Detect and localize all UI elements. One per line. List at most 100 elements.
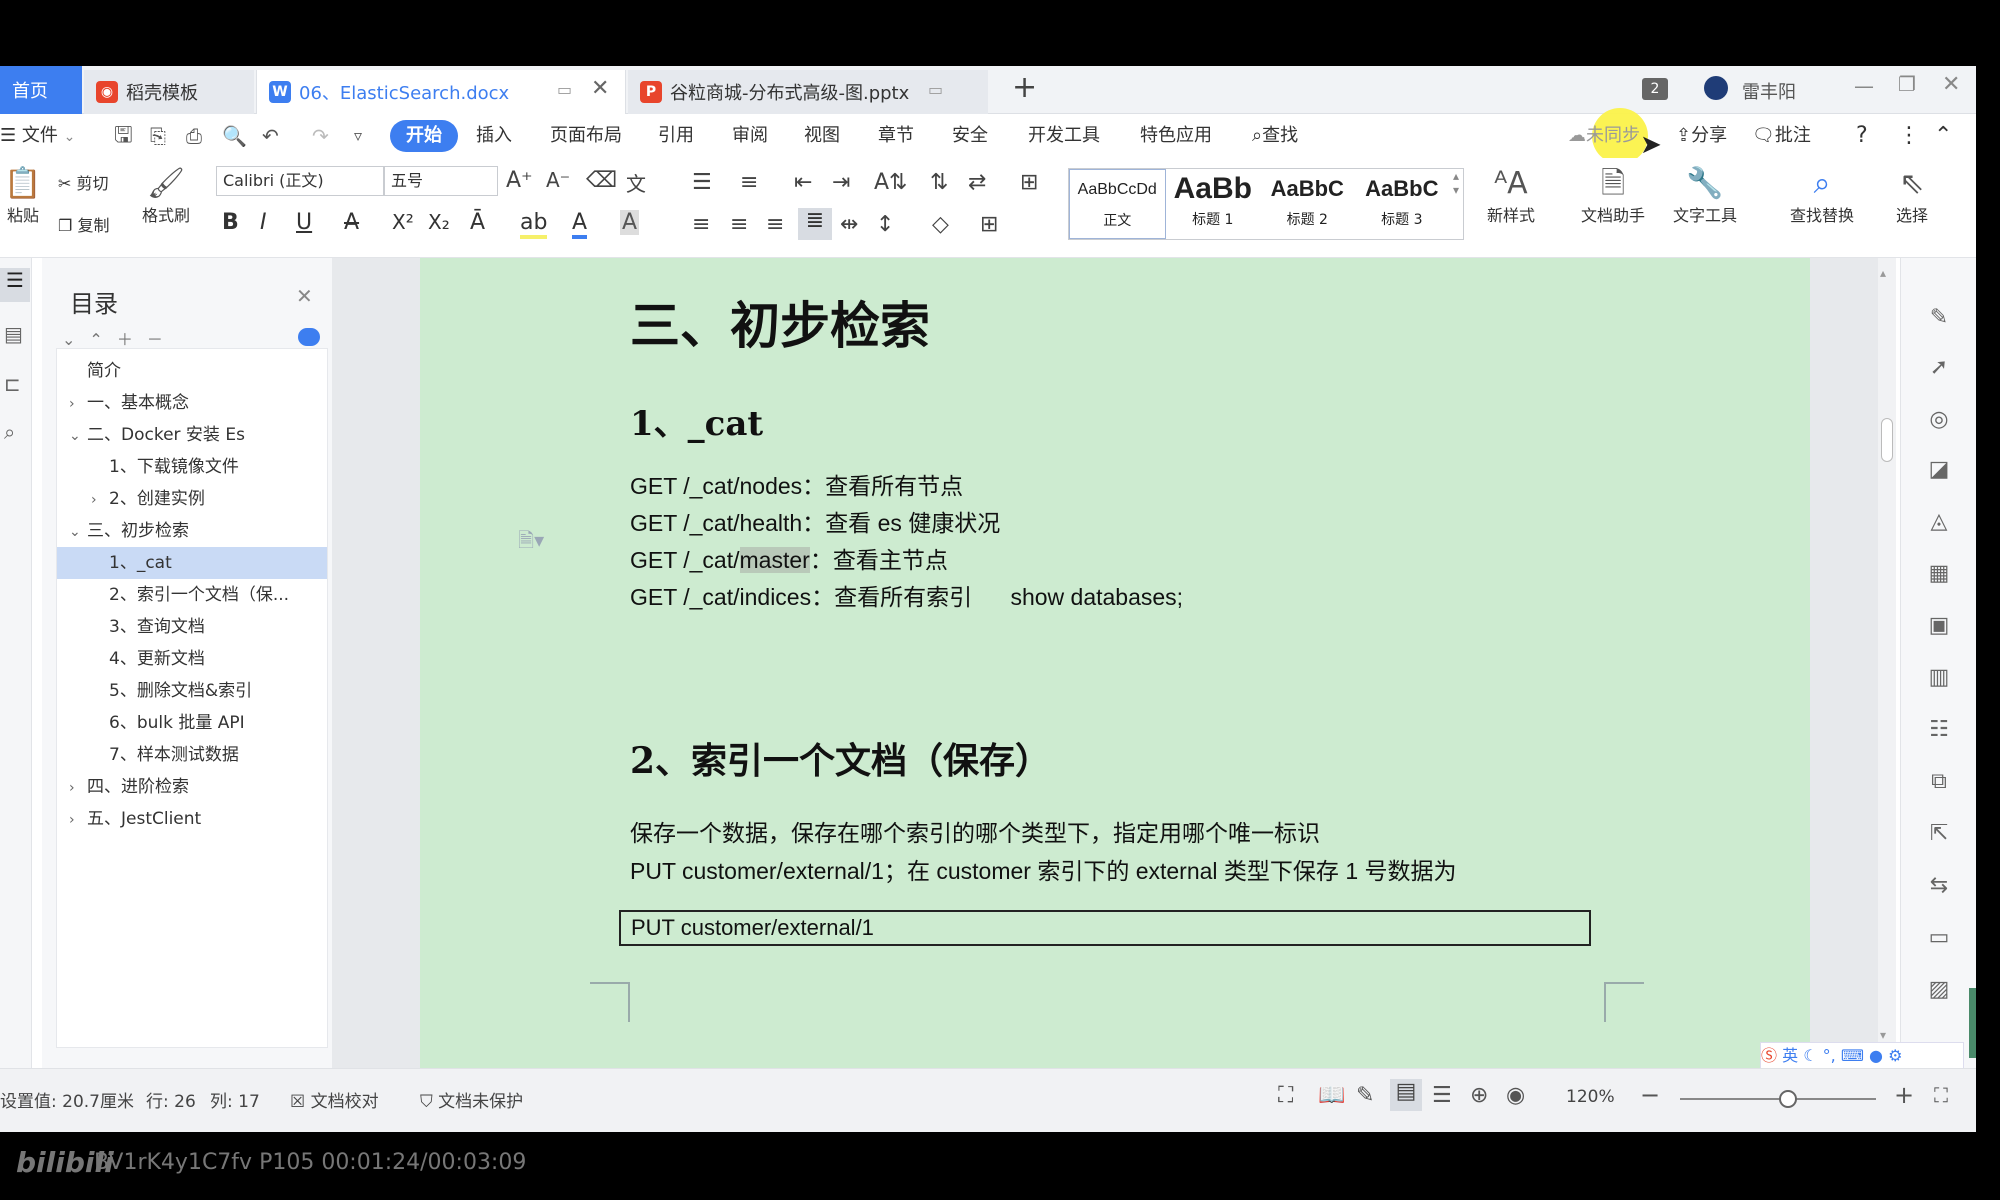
toc-item[interactable]: 6、bulk 批量 API bbox=[57, 707, 327, 739]
ime-toolbar[interactable]: Ⓢ 英 ☾ °, ⌨ ● ⚙ bbox=[1760, 1042, 1964, 1070]
collapse-all-icon[interactable]: ⌄ bbox=[62, 330, 89, 349]
translate-icon[interactable]: ⇆ bbox=[1923, 870, 1955, 902]
web-view-icon[interactable]: ⊕ bbox=[1470, 1083, 1488, 1108]
protection-button[interactable]: ⛉ 文档未保护 bbox=[420, 1087, 523, 1112]
subscript-icon[interactable]: X₂ bbox=[428, 210, 450, 234]
font-color-icon[interactable]: A bbox=[572, 210, 588, 239]
tab-ppt[interactable]: P 谷粒商城-分布式高级-图.pptx ▭ bbox=[628, 70, 988, 114]
pen-icon[interactable]: ✎ bbox=[1923, 302, 1955, 334]
tab-home[interactable]: 首页 bbox=[0, 66, 82, 114]
add-icon[interactable]: ＋ bbox=[117, 330, 147, 349]
shapes-icon[interactable]: ◪ bbox=[1923, 454, 1955, 486]
menu-security[interactable]: 安全 bbox=[952, 120, 988, 152]
page-view-icon[interactable]: ▤ bbox=[1390, 1079, 1422, 1111]
phonetic-icon[interactable]: 文 bbox=[626, 168, 646, 197]
bold-icon[interactable]: B bbox=[222, 210, 239, 235]
scroll-up-icon[interactable]: ▴ bbox=[1880, 266, 1886, 280]
archive-icon[interactable]: ▭ bbox=[1923, 922, 1955, 954]
more-icon[interactable]: ⋮ bbox=[1898, 120, 1920, 152]
toc-item[interactable]: 7、样本测试数据 bbox=[57, 739, 327, 771]
chart-icon[interactable]: ▥ bbox=[1923, 662, 1955, 694]
restore-icon[interactable]: ❐ bbox=[1898, 72, 1916, 96]
bookmark-icon[interactable]: ⊏ bbox=[4, 372, 21, 396]
decrease-indent-icon[interactable]: ⇤ bbox=[794, 170, 812, 195]
superscript-icon[interactable]: X² bbox=[392, 210, 414, 234]
toc-item[interactable]: ⌄ 二、Docker 安装 Es bbox=[57, 419, 327, 451]
format-painter-button[interactable]: 🖌 格式刷 bbox=[136, 166, 196, 226]
style-gallery-scroll[interactable]: ▴ ▾ bbox=[1449, 169, 1463, 239]
proofing-button[interactable]: ☒ 文档校对 bbox=[290, 1087, 379, 1112]
toc-item[interactable]: 3、查询文档 bbox=[57, 611, 327, 643]
menu-features[interactable]: 特色应用 bbox=[1140, 120, 1212, 152]
toc-item[interactable]: 1、_cat bbox=[57, 547, 327, 579]
menu-search[interactable]: ⌕查找 bbox=[1252, 120, 1298, 152]
highlight-icon[interactable]: ab bbox=[520, 210, 548, 239]
toc-item[interactable]: 5、删除文档&索引 bbox=[57, 675, 327, 707]
edit-mode-icon[interactable]: ✎ bbox=[1356, 1083, 1374, 1108]
zoom-slider-thumb[interactable] bbox=[1778, 1090, 1797, 1108]
tab-template[interactable]: ◉ 稻壳模板 bbox=[84, 70, 254, 114]
toc-pane-icon[interactable]: ☰ bbox=[0, 268, 30, 302]
pointer-icon[interactable]: ➚ bbox=[1923, 352, 1955, 384]
vertical-scrollbar[interactable]: ▴ ▾ bbox=[1878, 258, 1896, 1068]
style-heading-2[interactable]: AaBbC 标题 2 bbox=[1260, 169, 1355, 239]
scroll-down-icon[interactable]: ▾ bbox=[1880, 1028, 1886, 1042]
export-icon[interactable]: ⇱ bbox=[1923, 818, 1955, 850]
menu-view[interactable]: 视图 bbox=[804, 120, 840, 152]
location-icon[interactable]: ◎ bbox=[1923, 404, 1955, 436]
chevron-right-icon[interactable]: › bbox=[69, 388, 87, 419]
grow-font-icon[interactable]: A⁺ bbox=[506, 168, 533, 193]
menu-review[interactable]: 审阅 bbox=[732, 120, 768, 152]
picture-icon[interactable]: ▨ bbox=[1923, 974, 1955, 1006]
reading-mode-icon[interactable]: 📖 bbox=[1318, 1083, 1345, 1108]
text-effect-icon[interactable]: Ā bbox=[470, 210, 485, 235]
menu-chapter[interactable]: 章节 bbox=[878, 120, 914, 152]
font-size-select[interactable]: 五号 bbox=[384, 166, 498, 196]
fit-page-icon[interactable]: ⛶ bbox=[1934, 1083, 1948, 1107]
menu-developer[interactable]: 开发工具 bbox=[1028, 120, 1100, 152]
style-heading-3[interactable]: AaBbC 标题 3 bbox=[1355, 169, 1450, 239]
chevron-right-icon[interactable]: › bbox=[69, 772, 87, 803]
justify-icon[interactable]: ≣ bbox=[798, 208, 832, 240]
help-icon[interactable]: ? bbox=[1856, 120, 1868, 152]
chevron-right-icon[interactable]: › bbox=[91, 484, 109, 515]
zoom-out-icon[interactable]: − bbox=[1640, 1081, 1660, 1109]
text-tools-button[interactable]: 🔧 文字工具 bbox=[1662, 166, 1748, 226]
document-page[interactable]: 三、初步检索 1、_cat 🗎▾ GET /_cat/nodes：查看所有节点 G… bbox=[420, 258, 1810, 1068]
save-icon[interactable]: 🖫 bbox=[114, 120, 133, 152]
find-pane-icon[interactable]: ⌕ bbox=[4, 420, 15, 444]
new-tab-button[interactable]: + bbox=[1012, 70, 1037, 105]
numbered-list-icon[interactable]: ≡ bbox=[740, 170, 758, 195]
cut-button[interactable]: ✂ 剪切 bbox=[58, 170, 109, 194]
select-button[interactable]: ⇖ 选择 bbox=[1884, 166, 1940, 226]
borders-icon[interactable]: ⊞ bbox=[980, 212, 998, 237]
avatar[interactable] bbox=[1704, 76, 1728, 100]
menu-insert[interactable]: 插入 bbox=[476, 120, 512, 152]
table-icon[interactable]: ▦ bbox=[1923, 558, 1955, 590]
zoom-level[interactable]: 120% bbox=[1566, 1087, 1615, 1107]
toc-item[interactable]: › 一、基本概念 bbox=[57, 387, 327, 419]
line-spacing-icon[interactable]: ↕ bbox=[876, 212, 894, 237]
expand-up-icon[interactable]: ⌃ bbox=[89, 330, 116, 349]
align-right-icon[interactable]: ≡ bbox=[766, 212, 784, 237]
italic-icon[interactable]: I bbox=[260, 210, 267, 235]
window-close-icon[interactable]: ✕ bbox=[1942, 72, 1960, 97]
increase-indent-icon[interactable]: ⇥ bbox=[832, 170, 850, 195]
fullscreen-icon[interactable]: ⛶ bbox=[1278, 1083, 1293, 1108]
chevron-down-icon[interactable]: ⌄ bbox=[69, 420, 87, 451]
sort-icon[interactable]: ⇅ bbox=[930, 170, 948, 195]
scroll-thumb[interactable] bbox=[1881, 418, 1893, 462]
table-border-icon[interactable]: ⊞ bbox=[1020, 170, 1038, 195]
layers-icon[interactable]: ◬ bbox=[1923, 506, 1955, 538]
new-style-button[interactable]: ᴬA 新样式 bbox=[1476, 166, 1546, 226]
user-name[interactable]: 雷丰阳 bbox=[1742, 78, 1796, 104]
sliders-icon[interactable]: ☷ bbox=[1923, 714, 1955, 746]
print-icon[interactable]: ⎙ bbox=[186, 120, 202, 152]
underline-icon[interactable]: U bbox=[296, 210, 312, 235]
char-shading-icon[interactable]: A bbox=[620, 210, 640, 235]
show-marks-icon[interactable]: ⇄ bbox=[968, 170, 986, 195]
shrink-font-icon[interactable]: A⁻ bbox=[546, 168, 570, 192]
outline-view-icon[interactable]: ☰ bbox=[1432, 1083, 1452, 1108]
print-preview-icon[interactable]: 🔍 bbox=[222, 120, 247, 152]
tab-pin-icon[interactable]: ▭ bbox=[928, 80, 943, 99]
